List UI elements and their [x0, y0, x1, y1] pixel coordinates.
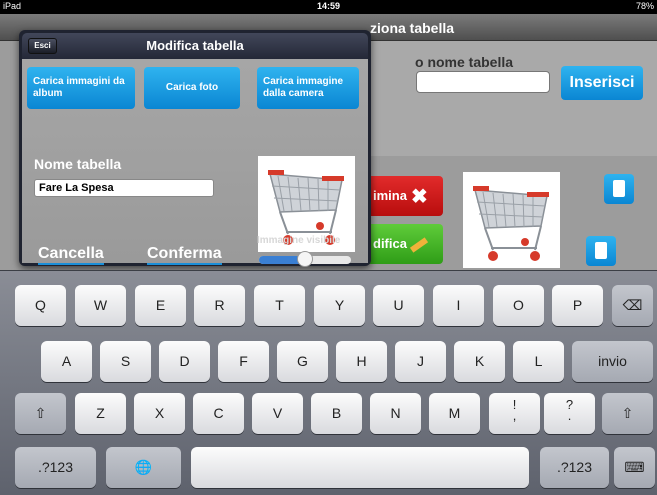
- pencil-icon: [409, 236, 429, 253]
- status-time: 14:59: [316, 1, 341, 11]
- table-name-input-bg[interactable]: [416, 71, 550, 93]
- load-from-album-button[interactable]: Carica immagini da album: [27, 67, 135, 109]
- globe-key[interactable]: 🌐: [106, 447, 181, 488]
- copy-button[interactable]: [586, 236, 616, 266]
- key-m[interactable]: M: [429, 393, 480, 434]
- key-comma-label: ,: [512, 408, 517, 423]
- key-z[interactable]: Z: [75, 393, 126, 434]
- key-j[interactable]: J: [395, 341, 446, 382]
- key-f[interactable]: F: [218, 341, 269, 382]
- key-e[interactable]: E: [135, 285, 186, 326]
- backspace-icon: ⌫: [622, 297, 643, 313]
- key-u[interactable]: U: [373, 285, 424, 326]
- edit-table-popover: Esci Modifica tabella Carica immagini da…: [19, 30, 371, 267]
- edit-label: difica: [373, 236, 407, 251]
- table-name-field[interactable]: Fare La Spesa: [34, 179, 214, 197]
- load-from-camera-label: Carica immagine dalla camera: [263, 76, 344, 99]
- backspace-key[interactable]: ⌫: [612, 285, 653, 326]
- load-photo-button[interactable]: Carica foto: [144, 67, 240, 109]
- confirm-button[interactable]: Conferma: [147, 245, 222, 265]
- load-photo-label: Carica foto: [165, 82, 219, 93]
- slider-knob[interactable]: [297, 251, 313, 267]
- key-question-period[interactable]: ? .: [544, 393, 595, 434]
- shift-icon: ⇧: [34, 405, 47, 421]
- key-c[interactable]: C: [193, 393, 244, 434]
- numbers-key-left[interactable]: .?123: [15, 447, 96, 488]
- key-n[interactable]: N: [370, 393, 421, 434]
- key-i[interactable]: I: [433, 285, 484, 326]
- key-y[interactable]: Y: [314, 285, 365, 326]
- globe-icon: 🌐: [134, 459, 153, 475]
- close-icon: ✖: [410, 185, 428, 208]
- key-v[interactable]: V: [252, 393, 303, 434]
- key-k[interactable]: K: [454, 341, 505, 382]
- phone-book-button[interactable]: [604, 174, 634, 204]
- key-g[interactable]: G: [277, 341, 328, 382]
- key-exclamation-comma[interactable]: ! ,: [489, 393, 540, 434]
- key-x[interactable]: X: [134, 393, 185, 434]
- delete-label: imina: [373, 188, 407, 203]
- key-b[interactable]: B: [311, 393, 362, 434]
- table-name-label-bg: o nome tabella: [415, 54, 514, 70]
- space-key[interactable]: [191, 447, 529, 488]
- image-visible-slider[interactable]: [259, 251, 351, 267]
- key-t[interactable]: T: [254, 285, 305, 326]
- key-period-label: .: [567, 408, 572, 423]
- battery-level: 78%: [635, 1, 654, 11]
- cart-icon: [473, 186, 549, 261]
- cancel-button[interactable]: Cancella: [38, 245, 104, 265]
- key-l[interactable]: L: [513, 341, 564, 382]
- popover-content: Carica immagini da album Carica foto Car…: [22, 59, 368, 263]
- key-h[interactable]: H: [336, 341, 387, 382]
- image-visible-label: Immagine visibile: [257, 235, 341, 246]
- shift-key-left[interactable]: ⇧: [15, 393, 66, 434]
- key-q[interactable]: Q: [15, 285, 66, 326]
- load-from-album-label: Carica immagini da album: [33, 76, 125, 99]
- popover-title: Modifica tabella: [146, 38, 244, 53]
- key-w[interactable]: W: [75, 285, 126, 326]
- key-p[interactable]: P: [552, 285, 603, 326]
- person-card-icon: [613, 180, 625, 197]
- document-icon: [595, 242, 607, 259]
- shift-icon: ⇧: [621, 405, 634, 421]
- key-s[interactable]: S: [100, 341, 151, 382]
- numbers-key-right[interactable]: .?123: [540, 447, 609, 488]
- key-r[interactable]: R: [194, 285, 245, 326]
- key-o[interactable]: O: [493, 285, 544, 326]
- keyboard-icon: ⌨: [624, 459, 645, 475]
- key-d[interactable]: D: [159, 341, 210, 382]
- key-a[interactable]: A: [41, 341, 92, 382]
- shopping-cart-image[interactable]: [463, 172, 560, 268]
- insert-button[interactable]: Inserisci: [561, 66, 643, 100]
- hide-keyboard-key[interactable]: ⌨: [614, 447, 655, 488]
- status-bar: iPad 14:59 78%: [0, 0, 657, 14]
- popover-navbar: Esci Modifica tabella: [22, 33, 368, 59]
- return-key[interactable]: invio: [572, 341, 653, 382]
- app-nav-title: ziona tabella: [370, 20, 455, 36]
- load-from-camera-button[interactable]: Carica immagine dalla camera: [257, 67, 359, 109]
- shift-key-right[interactable]: ⇧: [602, 393, 653, 434]
- on-screen-keyboard: Q W E R T Y U I O P ⌫ A S D F G H J K L …: [0, 270, 657, 495]
- table-name-label: Nome tabella: [34, 156, 122, 172]
